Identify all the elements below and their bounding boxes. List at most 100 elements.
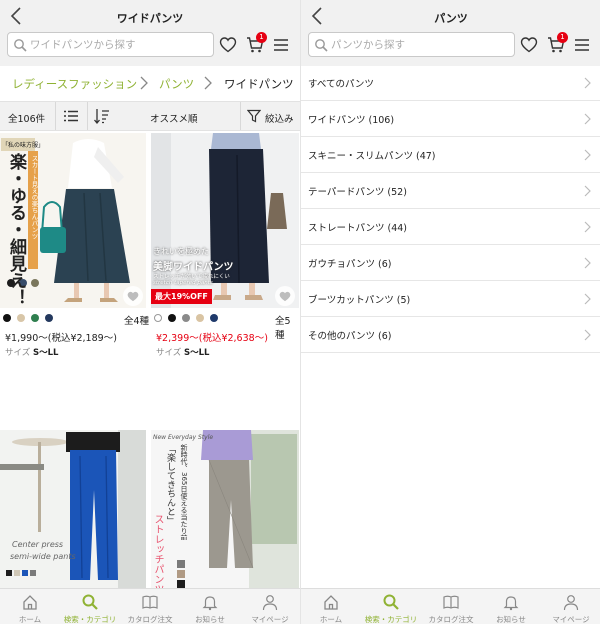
size-label: サイズ <box>5 348 31 358</box>
product-image[interactable]: New Everyday Style 新時代、365日使える当たり前 「楽してき… <box>151 430 299 590</box>
color-swatch <box>3 314 11 322</box>
bottom-nav-item[interactable]: お知らせ <box>481 589 541 624</box>
color-swatch <box>210 314 218 322</box>
bottom-nav-label: カタログ注文 <box>127 615 173 624</box>
bottom-nav-item[interactable]: カタログ注文 <box>120 589 180 624</box>
bottom-nav-item[interactable]: ホーム <box>0 589 60 624</box>
sort-select[interactable]: オススメ順 <box>150 111 198 125</box>
bell-icon <box>503 596 519 611</box>
chevron-right-icon <box>584 149 591 161</box>
category-label: ブーツカットパンツ (5) <box>308 295 411 306</box>
page-title: パンツ <box>434 12 468 25</box>
product-image[interactable]: きれいを極めた 美脚ワイドパンツ ストレッチが効いて疲れにくい stretch … <box>151 133 299 308</box>
color-swatch <box>31 314 39 322</box>
filter-button[interactable]: 絞込み <box>265 111 294 125</box>
bottom-nav-item[interactable]: 検索・カテゴリ <box>361 589 421 624</box>
size-info: サイズ S〜LL <box>156 346 209 358</box>
bottom-nav-label: 検索・カテゴリ <box>63 615 117 624</box>
category-row[interactable]: ガウチョパンツ (6) <box>301 245 600 281</box>
category-label: ストレートパンツ (44) <box>308 223 407 234</box>
color-swatch <box>168 314 176 322</box>
size-label: サイズ <box>156 348 182 358</box>
sort-icon[interactable] <box>94 108 110 124</box>
image-headline: ストレッチパンツ <box>152 514 163 590</box>
chevron-right-icon <box>204 76 212 90</box>
breadcrumb: レディースファッション パンツ ワイドパンツ <box>0 70 300 98</box>
bottom-nav-label: カタログ注文 <box>428 615 474 624</box>
catalog-icon <box>142 595 158 609</box>
category-row[interactable]: すべてのパンツ <box>301 65 600 101</box>
color-swatches <box>3 314 113 324</box>
image-caption: semi-wide pants <box>10 552 76 561</box>
list-view-icon[interactable] <box>64 110 78 122</box>
category-row[interactable]: テーパードパンツ (52) <box>301 173 600 209</box>
bottom-nav-item[interactable]: マイページ <box>541 589 600 624</box>
filter-icon[interactable] <box>247 109 261 123</box>
favorite-heart-icon[interactable] <box>520 36 538 54</box>
search-box[interactable] <box>308 32 515 57</box>
breadcrumb-item-ladies[interactable]: レディースファッション <box>12 76 137 92</box>
image-caption: 「楽してきちんと」 <box>165 444 175 525</box>
menu-icon[interactable] <box>573 36 591 54</box>
image-caption: Center press <box>12 540 64 549</box>
color-swatch <box>17 314 25 322</box>
image-subcaption: ストレッチが効いて疲れにくい <box>153 274 230 280</box>
menu-icon[interactable] <box>272 36 290 54</box>
list-toolbar: 全106件 オススメ順 絞込み <box>0 101 300 131</box>
product-photo <box>0 430 146 590</box>
product-image[interactable]: 「私の味方服」 楽・ゆる・細見え！ スカート見えの楽ちんパンツ <box>0 133 146 308</box>
variant-count: 全5種 <box>275 316 291 341</box>
size-info: サイズ S〜LL <box>5 346 58 358</box>
user-icon <box>262 595 278 611</box>
category-label: その他のパンツ (6) <box>308 331 392 342</box>
bottom-nav-label: お知らせ <box>195 615 225 624</box>
category-label: テーパードパンツ (52) <box>308 187 407 198</box>
breadcrumb-item-pants[interactable]: パンツ <box>159 76 194 92</box>
product-image[interactable]: Center press semi-wide pants <box>0 430 146 590</box>
search-icon <box>82 594 98 610</box>
size-value: S〜LL <box>183 348 210 358</box>
app-header: パンツ 1 <box>301 0 600 66</box>
bottom-nav-label: ホーム <box>18 615 42 624</box>
heart-icon <box>127 291 139 302</box>
bottom-nav: ホーム 検索・カテゴリ カタログ注文 お知らせ マイページ <box>0 588 300 624</box>
bottom-nav-label: 検索・カテゴリ <box>364 615 418 624</box>
chevron-right-icon <box>140 76 148 90</box>
category-row[interactable]: ブーツカットパンツ (5) <box>301 281 600 317</box>
color-swatch <box>45 314 53 322</box>
category-label: スキニー・スリムパンツ (47) <box>308 151 436 162</box>
image-caption: 「私の味方服」 <box>2 142 45 149</box>
bottom-nav-item[interactable]: カタログ注文 <box>421 589 481 624</box>
product-list-screen: ワイドパンツ 1 レディースファッション パンツ ワイドパンツ 全106件 オス… <box>0 0 300 624</box>
image-subcaption: stretch tapered pants <box>153 280 213 286</box>
category-row[interactable]: ストレートパンツ (44) <box>301 209 600 245</box>
search-input[interactable] <box>30 36 210 54</box>
category-row[interactable]: ワイドパンツ (106) <box>301 101 600 137</box>
divider <box>55 102 56 130</box>
bottom-nav-item[interactable]: マイページ <box>240 589 300 624</box>
home-icon <box>23 595 37 610</box>
chevron-right-icon <box>584 221 591 233</box>
search-icon <box>14 39 27 52</box>
search-input[interactable] <box>331 36 511 54</box>
color-swatch <box>182 314 190 322</box>
divider <box>87 102 88 130</box>
size-value: S〜LL <box>32 348 59 358</box>
bottom-nav-label: マイページ <box>552 615 590 624</box>
favorite-heart-icon[interactable] <box>219 36 237 54</box>
category-row[interactable]: その他のパンツ (6) <box>301 317 600 353</box>
bottom-nav-item[interactable]: ホーム <box>301 589 361 624</box>
bottom-nav-item[interactable]: お知らせ <box>180 589 240 624</box>
image-caption: きれいを極めた <box>153 247 209 256</box>
image-headline: 美脚ワイドパンツ <box>153 262 234 273</box>
cart-count-badge: 1 <box>557 32 568 43</box>
category-row[interactable]: スキニー・スリムパンツ (47) <box>301 137 600 173</box>
search-box[interactable] <box>7 32 214 57</box>
favorite-button[interactable] <box>123 286 143 306</box>
bottom-nav-item[interactable]: 検索・カテゴリ <box>60 589 120 624</box>
divider <box>240 102 241 130</box>
chevron-right-icon <box>584 293 591 305</box>
catalog-icon <box>443 595 459 609</box>
category-label: ワイドパンツ (106) <box>308 115 395 126</box>
favorite-button[interactable] <box>275 286 295 306</box>
